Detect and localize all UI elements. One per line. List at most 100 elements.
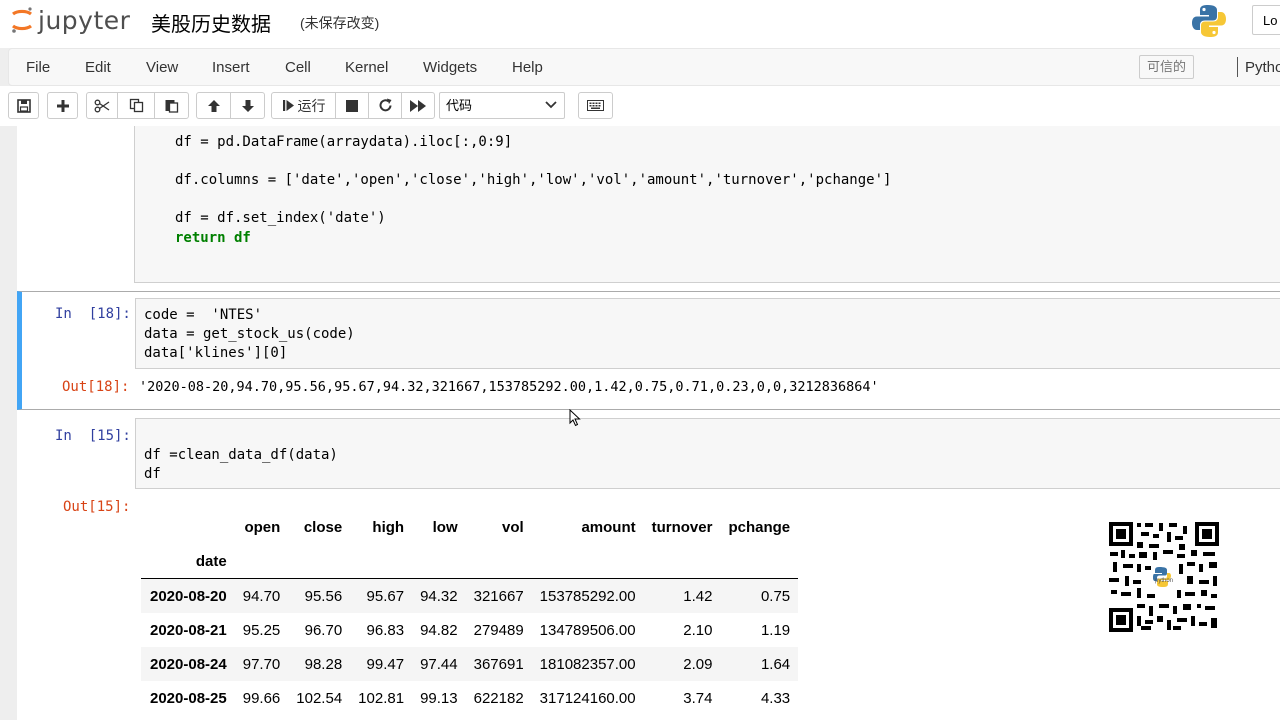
chevron-down-icon <box>545 101 557 109</box>
code-line: df = df.set_index('date') <box>175 210 386 226</box>
table-cell: 4.33 <box>760 689 791 707</box>
output-text: '2020-08-20,94.70,95.56,95.67,94.32,3216… <box>139 379 879 395</box>
table-cell: 1.42 <box>683 587 713 605</box>
run-label: 运行 <box>297 97 326 114</box>
notebook-page: df = pd.DataFrame(arraydata).iloc[:,0:9]… <box>17 126 1280 720</box>
stop-icon <box>346 99 358 112</box>
menu-file[interactable]: File <box>26 59 50 76</box>
selected-cell-18[interactable]: In [18]: code = 'NTES' data = get_stock_… <box>17 291 1280 410</box>
row-index: 2020-08-21 <box>150 621 227 639</box>
column-header: open <box>244 518 281 536</box>
table-cell: 94.82 <box>420 621 458 639</box>
table-cell: 181082357.00 <box>539 655 636 673</box>
menu-cell[interactable]: Cell <box>285 59 311 76</box>
index-name-row: date <box>141 544 799 579</box>
table-cell: 94.32 <box>420 587 458 605</box>
move-up-button[interactable] <box>196 92 231 119</box>
table-cell: 99.13 <box>420 689 458 707</box>
column-header: high <box>372 518 405 536</box>
table-row: 2020-08-24 97.70 98.28 99.47 97.44 36769… <box>141 647 799 681</box>
column-header: amount <box>581 518 636 536</box>
column-header: close <box>303 518 343 536</box>
input-prompt: In [15]: <box>55 428 131 444</box>
dataframe-table: open close high low vol amount turnover … <box>141 510 799 716</box>
table-cell: 1.64 <box>760 655 791 673</box>
table-cell: 622182 <box>473 689 524 707</box>
qr-code-image: python <box>1107 520 1221 634</box>
menu-insert[interactable]: Insert <box>212 59 250 76</box>
floppy-disk-icon <box>16 98 31 113</box>
jupyter-logo[interactable]: jupyter <box>10 5 130 35</box>
code-line: code = 'NTES' <box>144 307 263 323</box>
restart-icon <box>379 98 391 112</box>
table-cell: 95.25 <box>242 621 281 639</box>
save-status: (未保存改变) <box>300 15 380 31</box>
run-button[interactable]: 运行 <box>271 92 336 119</box>
table-cell: 95.56 <box>304 587 343 605</box>
menu-widgets[interactable]: Widgets <box>423 59 477 76</box>
paste-button[interactable] <box>154 92 189 119</box>
menu-help[interactable]: Help <box>512 59 543 76</box>
code-line: data['klines'][0] <box>144 345 288 361</box>
code-line: df =clean_data_df(data) <box>144 447 338 463</box>
plus-icon <box>56 99 69 112</box>
table-cell: 99.47 <box>366 655 405 673</box>
step-forward-icon <box>282 100 294 111</box>
copy-button[interactable] <box>117 92 155 119</box>
row-index: 2020-08-20 <box>150 587 227 605</box>
table-row: 2020-08-21 95.25 96.70 96.83 94.82 27948… <box>141 613 798 647</box>
jupyter-orbit-icon <box>12 7 32 33</box>
kernel-name[interactable]: Python <box>1245 59 1280 76</box>
menu-kernel[interactable]: Kernel <box>345 59 388 76</box>
table-cell: 321667 <box>473 587 524 605</box>
code-input-15[interactable]: df =clean_data_df(data) df <box>135 418 1280 489</box>
arrow-up-icon <box>207 99 220 112</box>
table-cell: 95.67 <box>366 587 405 605</box>
cut-button[interactable] <box>86 92 118 119</box>
jupyter-logo-text: jupyter <box>38 5 131 35</box>
menu-view[interactable]: View <box>146 59 178 76</box>
column-header: vol <box>501 518 524 536</box>
code-cell-previous[interactable]: df = pd.DataFrame(arraydata).iloc[:,0:9]… <box>134 126 1280 283</box>
save-button[interactable] <box>8 92 39 119</box>
table-cell: 102.54 <box>296 689 343 707</box>
qr-center-label: python <box>1155 578 1173 584</box>
restart-button[interactable] <box>368 92 402 119</box>
output-prompt: Out[15]: <box>63 499 131 515</box>
kernel-separator <box>1237 57 1238 77</box>
trusted-indicator[interactable]: 可信的 <box>1139 55 1195 79</box>
notebook-title[interactable]: 美股历史数据 <box>151 8 271 37</box>
code-line: df = pd.DataFrame(arraydata).iloc[:,0:9] <box>175 134 513 150</box>
menu-edit[interactable]: Edit <box>85 59 111 76</box>
table-cell: 99.66 <box>242 689 281 707</box>
table-body: 2020-08-20 94.70 95.56 95.67 94.32 32166… <box>141 578 799 716</box>
table-header-row: open close high low vol amount turnover … <box>141 510 798 544</box>
code-input-18[interactable]: code = 'NTES' data = get_stock_us(code) … <box>135 298 1280 369</box>
table-row: 2020-08-25 99.66 102.54 102.81 99.13 622… <box>141 681 798 715</box>
fast-forward-icon <box>410 99 426 112</box>
column-header: low <box>432 518 458 536</box>
insert-cell-button[interactable] <box>47 92 78 119</box>
mouse-cursor-icon <box>569 409 581 427</box>
table-cell: 3.74 <box>683 689 713 707</box>
menubar: File Edit View Insert Cell Kernel Widget… <box>8 48 1280 86</box>
python-logo-icon <box>1192 5 1226 37</box>
cell-type-value: 代码 <box>446 98 473 113</box>
table-cell: 98.28 <box>304 655 343 673</box>
header: jupyter 美股历史数据 (未保存改变) Lo <box>0 0 1280 48</box>
table-cell: 279489 <box>473 621 524 639</box>
interrupt-button[interactable] <box>335 92 369 119</box>
table-cell: 2.10 <box>683 621 713 639</box>
move-down-button[interactable] <box>230 92 265 119</box>
cell-type-select[interactable]: 代码 <box>439 92 565 119</box>
code-line: df <box>144 466 161 482</box>
index-name: date <box>141 544 235 579</box>
login-button[interactable]: Lo <box>1252 5 1280 35</box>
row-index: 2020-08-24 <box>150 655 227 673</box>
command-palette-button[interactable] <box>578 92 613 119</box>
notebook-area[interactable]: df = pd.DataFrame(arraydata).iloc[:,0:9]… <box>0 126 1280 720</box>
table-row: 2020-08-20 94.70 95.56 95.67 94.32 32166… <box>141 578 799 613</box>
table-cell: 134789506.00 <box>539 621 636 639</box>
restart-run-all-button[interactable] <box>401 92 435 119</box>
table-cell: 97.44 <box>420 655 458 673</box>
